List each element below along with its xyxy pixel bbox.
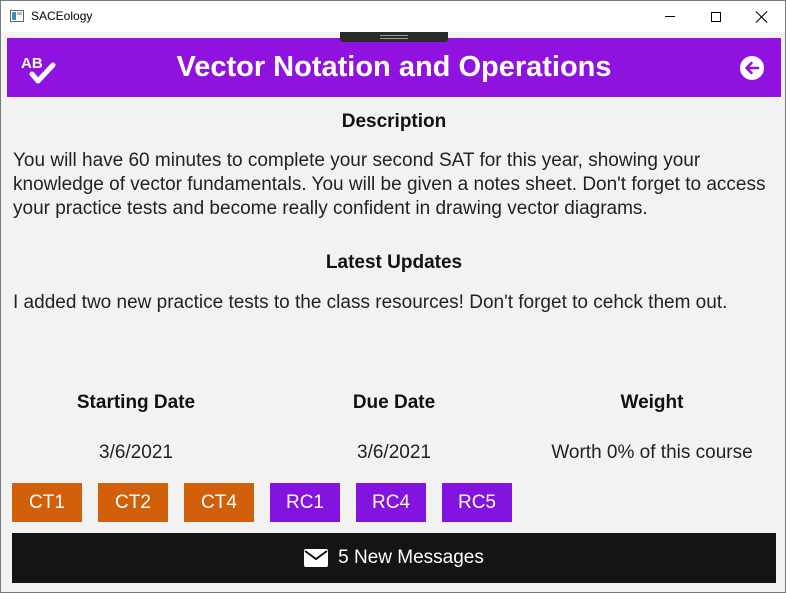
- maximize-icon: [711, 11, 721, 22]
- window-title: SACEology: [31, 9, 93, 23]
- starting-date-value: 3/6/2021: [99, 442, 173, 463]
- test-button-rc5[interactable]: RC5: [442, 483, 512, 522]
- maximize-button[interactable]: [693, 1, 739, 32]
- weight-label: Weight: [620, 392, 684, 413]
- due-date-value: 3/6/2021: [357, 442, 431, 463]
- test-button-rc4[interactable]: RC4: [356, 483, 426, 522]
- page-title: Vector Notation and Operations: [176, 51, 612, 83]
- close-button[interactable]: [739, 1, 785, 32]
- test-button-ct2[interactable]: CT2: [98, 483, 168, 522]
- close-icon: [756, 11, 768, 23]
- test-button-rc1[interactable]: RC1: [270, 483, 340, 522]
- arrow-left-circle-icon[interactable]: [739, 55, 765, 81]
- title-bar[interactable]: SACEology: [1, 1, 785, 32]
- weight-value: Worth 0% of this course: [551, 442, 753, 463]
- latest-updates-text: I added two new practice tests to the cl…: [13, 292, 728, 313]
- description-heading: Description: [341, 111, 447, 132]
- description-text: You will have 60 minutes to complete you…: [13, 150, 766, 219]
- drag-handle[interactable]: [340, 32, 448, 42]
- messages-button[interactable]: 5 New Messages: [12, 533, 776, 583]
- header-bar: AB Vector Notation and Operations: [7, 38, 781, 97]
- messages-label: 5 New Messages: [338, 547, 484, 568]
- app-window: SACEology AB Vector Notation and Operati…: [0, 0, 786, 593]
- minimize-icon: [665, 16, 675, 17]
- minimize-button[interactable]: [647, 1, 693, 32]
- app-icon: [10, 10, 24, 22]
- envelope-icon: [304, 549, 329, 567]
- due-date-label: Due Date: [352, 392, 436, 413]
- starting-date-label: Starting Date: [76, 392, 196, 413]
- test-button-ct4[interactable]: CT4: [184, 483, 254, 522]
- latest-updates-heading: Latest Updates: [325, 252, 463, 273]
- test-button-ct1[interactable]: CT1: [12, 483, 82, 522]
